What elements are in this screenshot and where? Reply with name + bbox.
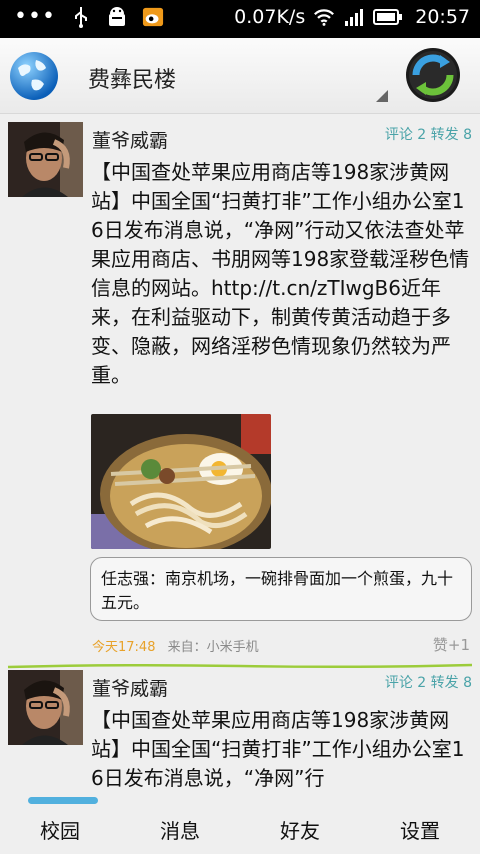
tab-friends[interactable]: 好友 [240, 808, 360, 854]
timeline-feed[interactable]: 董爷威霸 评论 2 转发 8 【中国查处苹果应用商店等198家涉黄网站】中国全国… [0, 114, 480, 808]
globe-icon[interactable] [8, 50, 60, 102]
post-meta: 今天17:48 来自：小米手机 [92, 636, 259, 655]
network-speed: 0.07K/s [234, 6, 306, 28]
post-source: 来自：小米手机 [167, 640, 259, 655]
post-divider [0, 654, 480, 669]
comment-repost-counts[interactable]: 评论 2 转发 8 [385, 124, 472, 144]
clock: 20:57 [415, 6, 470, 28]
app-header: 费彝民楼 [0, 38, 480, 114]
comment-repost-counts[interactable]: 评论 2 转发 8 [385, 672, 472, 692]
post-text: 【中国查处苹果应用商店等198家涉黄网站】中国全国“扫黄打非”工作小组办公室16… [91, 160, 470, 387]
dropdown-arrow-icon[interactable] [376, 90, 388, 102]
usb-icon [70, 6, 92, 28]
tab-settings[interactable]: 设置 [360, 808, 480, 854]
post-image[interactable] [91, 414, 271, 549]
refresh-icon[interactable] [404, 46, 462, 104]
like-button[interactable]: 赞+1 [433, 634, 470, 655]
avatar[interactable] [8, 670, 83, 745]
avatar[interactable] [8, 122, 83, 197]
tab-campus[interactable]: 校园 [0, 808, 120, 854]
tab-messages[interactable]: 消息 [120, 808, 240, 854]
username[interactable]: 董爷威霸 [92, 126, 168, 153]
post-time: 今天17:48 [92, 640, 156, 655]
status-bar: ••• 0.07K/s 20:57 [0, 0, 480, 38]
post-text: 【中国查处苹果应用商店等198家涉黄网站】中国全国“扫黄打非”工作小组办公室16… [91, 708, 465, 790]
retweet-box[interactable]: 任志强：南京机场，一碗排骨面加一个煎蛋，九十五元。 [90, 557, 472, 621]
more-dots-icon: ••• [14, 4, 56, 29]
scroll-indicator [28, 797, 98, 804]
wifi-icon [313, 6, 335, 28]
signal-icon [343, 6, 365, 28]
username[interactable]: 董爷威霸 [92, 674, 168, 701]
page-title[interactable]: 费彝民楼 [88, 62, 176, 94]
weibo-notification-icon [142, 6, 164, 28]
battery-icon [373, 6, 403, 28]
bottom-tab-bar: 校园 消息 好友 设置 [0, 808, 480, 854]
android-debug-icon [106, 6, 128, 28]
